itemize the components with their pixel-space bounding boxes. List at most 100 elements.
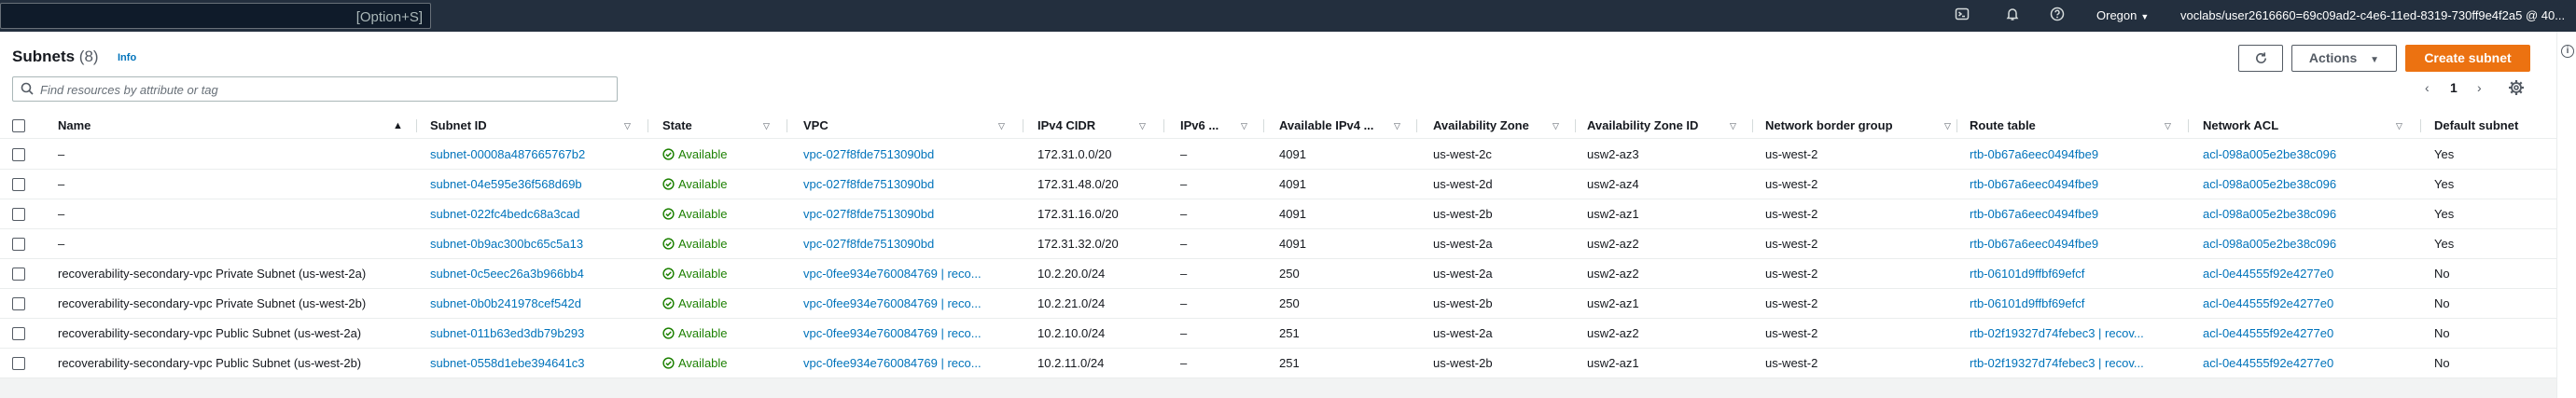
cell-network-acl[interactable]: acl-098a005e2be38c096: [2203, 229, 2417, 259]
column-divider[interactable]: [1263, 119, 1264, 132]
current-page-number[interactable]: 1: [2450, 80, 2458, 95]
column-header-ipv4-cidr[interactable]: IPv4 CIDR: [1037, 113, 1131, 139]
table-row[interactable]: recoverability-secondary-vpc Public Subn…: [0, 349, 2556, 378]
sort-icon[interactable]: ▽: [1730, 113, 1736, 139]
sort-icon[interactable]: ▽: [1139, 113, 1146, 139]
column-header-network-border-group[interactable]: Network border group: [1765, 113, 1933, 139]
cell-subnet-id[interactable]: subnet-0c5eec26a3b966bb4: [430, 259, 645, 289]
cell-vpc[interactable]: vpc-0fee934e760084769 | reco...: [803, 289, 1018, 319]
column-header-availability-zone-id[interactable]: Availability Zone ID: [1587, 113, 1727, 139]
table-row[interactable]: – subnet-0b9ac300bc65c5a13 Available vpc…: [0, 229, 2556, 259]
refresh-button[interactable]: [2238, 45, 2283, 72]
cell-network-acl[interactable]: acl-0e44555f92e4277e0: [2203, 259, 2417, 289]
info-icon[interactable]: i: [2561, 45, 2574, 58]
account-menu[interactable]: voclabs/user2616660=69c09ad2-c4e6-11ed-8…: [2180, 8, 2565, 22]
sort-icon[interactable]: ▽: [1394, 113, 1400, 139]
info-link[interactable]: Info: [118, 52, 136, 63]
cell-vpc[interactable]: vpc-027f8fde7513090bd: [803, 140, 1018, 170]
cell-subnet-id[interactable]: subnet-011b63ed3db79b293: [430, 319, 645, 349]
cell-subnet-id[interactable]: subnet-04e595e36f568d69b: [430, 170, 645, 199]
previous-page-button[interactable]: ‹: [2425, 80, 2430, 95]
cell-route-table[interactable]: rtb-02f19327d74febec3 | recov...: [1970, 349, 2184, 378]
sort-icon[interactable]: ▽: [1944, 113, 1951, 139]
bell-icon[interactable]: [2003, 7, 2022, 25]
cell-vpc[interactable]: vpc-027f8fde7513090bd: [803, 229, 1018, 259]
search-input[interactable]: Find resources by attribute or tag: [12, 76, 618, 102]
column-header-vpc[interactable]: VPC: [803, 113, 990, 139]
row-checkbox[interactable]: [12, 148, 25, 161]
cell-route-table[interactable]: rtb-06101d9ffbf69efcf: [1970, 259, 2184, 289]
sort-icon[interactable]: ▽: [2165, 113, 2171, 139]
cell-vpc[interactable]: vpc-027f8fde7513090bd: [803, 199, 1018, 229]
column-divider[interactable]: [1163, 119, 1164, 132]
row-checkbox[interactable]: [12, 238, 25, 251]
table-row[interactable]: – subnet-00008a487665767b2 Available vpc…: [0, 140, 2556, 170]
column-divider[interactable]: [2420, 119, 2421, 132]
select-all-checkbox[interactable]: [12, 119, 25, 132]
column-divider[interactable]: [647, 119, 648, 132]
cell-subnet-id[interactable]: subnet-022fc4bedc68a3cad: [430, 199, 645, 229]
region-selector[interactable]: Oregon ▼: [2096, 8, 2149, 22]
gear-icon[interactable]: [2508, 79, 2525, 96]
cell-network-acl[interactable]: acl-0e44555f92e4277e0: [2203, 349, 2417, 378]
sort-ascending-icon[interactable]: ▲: [393, 113, 403, 139]
sort-icon[interactable]: ▽: [998, 113, 1005, 139]
column-divider[interactable]: [1752, 119, 1753, 132]
cell-vpc[interactable]: vpc-0fee934e760084769 | reco...: [803, 349, 1018, 378]
cell-subnet-id[interactable]: subnet-0b9ac300bc65c5a13: [430, 229, 645, 259]
table-row[interactable]: recoverability-secondary-vpc Private Sub…: [0, 259, 2556, 289]
table-row[interactable]: recoverability-secondary-vpc Public Subn…: [0, 319, 2556, 349]
help-icon[interactable]: [2048, 7, 2067, 25]
cell-vpc[interactable]: vpc-0fee934e760084769 | reco...: [803, 259, 1018, 289]
sort-icon[interactable]: ▽: [1553, 113, 1559, 139]
row-checkbox[interactable]: [12, 208, 25, 221]
cell-route-table[interactable]: rtb-0b67a6eec0494fbe9: [1970, 229, 2184, 259]
global-search-input[interactable]: [Option+S]: [0, 3, 431, 29]
cell-vpc[interactable]: vpc-027f8fde7513090bd: [803, 170, 1018, 199]
cell-network-acl[interactable]: acl-098a005e2be38c096: [2203, 140, 2417, 170]
cell-network-acl[interactable]: acl-098a005e2be38c096: [2203, 170, 2417, 199]
row-checkbox[interactable]: [12, 297, 25, 310]
actions-button[interactable]: Actions ▼: [2291, 45, 2397, 72]
cell-route-table[interactable]: rtb-0b67a6eec0494fbe9: [1970, 140, 2184, 170]
cell-vpc[interactable]: vpc-0fee934e760084769 | reco...: [803, 319, 1018, 349]
cell-network-acl[interactable]: acl-098a005e2be38c096: [2203, 199, 2417, 229]
column-header-network-acl[interactable]: Network ACL: [2203, 113, 2343, 139]
column-header-name[interactable]: Name: [58, 113, 375, 139]
table-row[interactable]: – subnet-04e595e36f568d69b Available vpc…: [0, 170, 2556, 199]
row-checkbox[interactable]: [12, 178, 25, 191]
column-divider[interactable]: [416, 119, 417, 132]
sort-icon[interactable]: ▽: [763, 113, 770, 139]
cell-route-table[interactable]: rtb-02f19327d74febec3 | recov...: [1970, 319, 2184, 349]
column-header-availability-zone[interactable]: Availability Zone: [1433, 113, 1554, 139]
column-divider[interactable]: [1575, 119, 1576, 132]
terminal-icon[interactable]: [1953, 7, 1971, 25]
column-header-route-table[interactable]: Route table: [1970, 113, 2110, 139]
cell-route-table[interactable]: rtb-0b67a6eec0494fbe9: [1970, 199, 2184, 229]
sort-icon[interactable]: ▽: [2396, 113, 2402, 139]
cell-route-table[interactable]: rtb-06101d9ffbf69efcf: [1970, 289, 2184, 319]
sort-icon[interactable]: ▽: [624, 113, 631, 139]
cell-subnet-id[interactable]: subnet-00008a487665767b2: [430, 140, 645, 170]
cell-network-acl[interactable]: acl-0e44555f92e4277e0: [2203, 319, 2417, 349]
cell-route-table[interactable]: rtb-0b67a6eec0494fbe9: [1970, 170, 2184, 199]
column-header-ipv6[interactable]: IPv6 ...: [1180, 113, 1236, 139]
row-checkbox[interactable]: [12, 327, 25, 340]
cell-network-acl[interactable]: acl-0e44555f92e4277e0: [2203, 289, 2417, 319]
next-page-button[interactable]: ›: [2477, 80, 2482, 95]
column-header-default-subnet[interactable]: Default subnet: [2434, 113, 2556, 139]
column-header-available-ipv4[interactable]: Available IPv4 ...: [1279, 113, 1386, 139]
sort-icon[interactable]: ▽: [1241, 113, 1247, 139]
cell-subnet-id[interactable]: subnet-0b0b241978cef542d: [430, 289, 645, 319]
column-divider[interactable]: [1416, 119, 1417, 132]
table-row[interactable]: recoverability-secondary-vpc Private Sub…: [0, 289, 2556, 319]
cell-subnet-id[interactable]: subnet-0558d1ebe394641c3: [430, 349, 645, 378]
column-header-subnet-id[interactable]: Subnet ID: [430, 113, 617, 139]
table-row[interactable]: – subnet-022fc4bedc68a3cad Available vpc…: [0, 199, 2556, 229]
row-checkbox[interactable]: [12, 357, 25, 370]
row-checkbox[interactable]: [12, 268, 25, 281]
create-subnet-button[interactable]: Create subnet: [2405, 45, 2530, 72]
column-divider[interactable]: [2188, 119, 2189, 132]
column-divider[interactable]: [1956, 119, 1957, 132]
column-header-state[interactable]: State: [662, 113, 756, 139]
